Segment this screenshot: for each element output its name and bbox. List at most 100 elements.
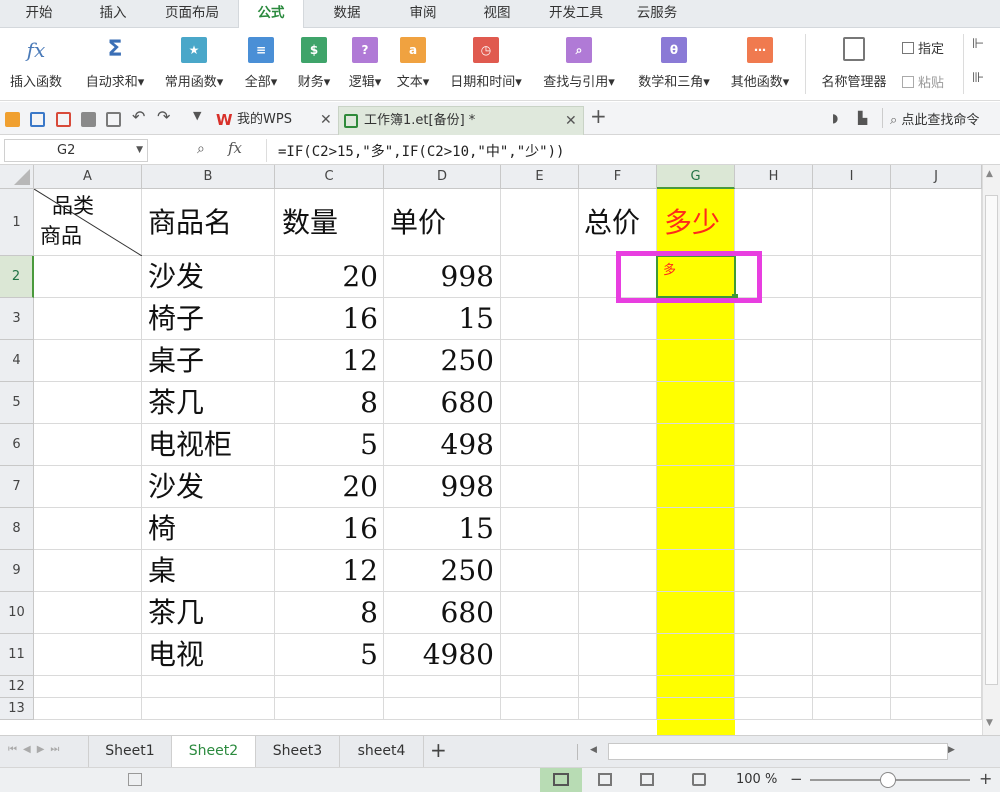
grid-cell[interactable]	[657, 340, 735, 382]
tab-cloud[interactable]: 云服务	[624, 0, 690, 28]
trace-icon[interactable]: ⊩	[972, 36, 984, 52]
grid-cell[interactable]	[813, 508, 891, 550]
doc-tab-workbook[interactable]: 工作簿1.et[备份] * ✕	[338, 106, 584, 135]
row-header-10[interactable]: 10	[0, 592, 34, 634]
grid-cell[interactable]	[34, 382, 142, 424]
tab-home[interactable]: 开始	[10, 0, 68, 28]
grid-cell[interactable]	[891, 298, 982, 340]
grid-cell[interactable]	[813, 466, 891, 508]
grid-cell[interactable]	[34, 424, 142, 466]
math-trig-button[interactable]: θ 数学和三角▾	[628, 28, 720, 101]
grid-cell[interactable]	[34, 466, 142, 508]
common-functions-button[interactable]: ★ 常用函数▾	[156, 28, 232, 101]
grid-cell[interactable]	[891, 508, 982, 550]
column-header-c[interactable]: C	[275, 165, 384, 189]
export-pdf-icon[interactable]	[56, 112, 71, 127]
grid-cell[interactable]	[501, 382, 579, 424]
grid-cell[interactable]	[891, 550, 982, 592]
sheet-tab-sheet1[interactable]: Sheet1	[88, 736, 172, 767]
name-manager-button[interactable]: 名称管理器	[812, 28, 896, 101]
grid-cell[interactable]	[34, 298, 142, 340]
command-search[interactable]: ⌕ 点此查找命令	[890, 109, 979, 128]
name-box[interactable]: G2 ▼	[4, 139, 148, 162]
row-header-12[interactable]: 12	[0, 676, 34, 698]
grid-cell[interactable]	[657, 466, 735, 508]
grid-cell[interactable]	[579, 340, 657, 382]
scroll-down-icon[interactable]: ▼	[986, 718, 993, 728]
other-functions-button[interactable]: ⋯ 其他函数▾	[722, 28, 798, 101]
assign-button[interactable]: 指定	[902, 38, 944, 57]
column-header-f[interactable]: F	[579, 165, 657, 189]
grid-cell[interactable]	[579, 698, 657, 720]
row-header-8[interactable]: 8	[0, 508, 34, 550]
grid-cell[interactable]	[813, 550, 891, 592]
horizontal-scrollbar[interactable]	[608, 743, 948, 760]
sheet-tab-sheet2[interactable]: Sheet2	[172, 736, 256, 767]
grid-cell[interactable]	[275, 698, 384, 720]
grid-cell[interactable]	[657, 550, 735, 592]
grid-cell[interactable]	[579, 466, 657, 508]
grid-cell[interactable]	[142, 698, 275, 720]
grid-cell[interactable]	[657, 676, 735, 698]
grid-cell[interactable]	[735, 298, 813, 340]
close-icon[interactable]: ✕	[320, 106, 332, 134]
grid-cell[interactable]	[657, 634, 735, 676]
column-header-b[interactable]: B	[142, 165, 275, 189]
minimize-ribbon-icon[interactable]: ▙	[858, 111, 867, 125]
sheet-tab-sheet3[interactable]: Sheet3	[256, 736, 340, 767]
grid-cell[interactable]	[34, 698, 142, 720]
tab-review[interactable]: 审阅	[392, 0, 454, 28]
grid-cell[interactable]	[34, 676, 142, 698]
grid-cell[interactable]	[579, 382, 657, 424]
grid-cell[interactable]	[579, 508, 657, 550]
undo-icon[interactable]: ↶	[132, 107, 145, 126]
grid-cell[interactable]	[735, 466, 813, 508]
row-header-13[interactable]: 13	[0, 698, 34, 720]
page-break-view-icon[interactable]	[598, 773, 612, 786]
grid-cell[interactable]	[657, 698, 735, 720]
paste-button[interactable]: 粘贴	[902, 72, 944, 91]
autosum-button[interactable]: Σ 自动求和▾	[76, 28, 154, 101]
column-header-g[interactable]: G	[657, 165, 735, 189]
grid-cell[interactable]	[735, 550, 813, 592]
grid-cell[interactable]	[813, 256, 891, 298]
grid-cell[interactable]	[735, 382, 813, 424]
macro-icon[interactable]	[128, 773, 142, 786]
grid-cell[interactable]	[142, 676, 275, 698]
grid-cell[interactable]	[579, 634, 657, 676]
spreadsheet-grid[interactable]: A B C D E F G H I J 1 2 3 4 5 6 7 8 9 10 11 12 13 品类商…	[0, 165, 1000, 735]
print-preview-icon[interactable]	[106, 112, 121, 127]
grid-cell[interactable]	[813, 340, 891, 382]
grid-cell[interactable]	[384, 698, 501, 720]
zoom-in-icon[interactable]: +	[979, 769, 992, 788]
tree-icon[interactable]: ⊪	[972, 70, 984, 86]
grid-cell[interactable]	[501, 634, 579, 676]
select-all-corner[interactable]	[0, 165, 34, 189]
grid-cell[interactable]	[501, 424, 579, 466]
grid-cell[interactable]	[813, 298, 891, 340]
scrollbar-thumb[interactable]	[985, 195, 998, 685]
zoom-lookup-icon[interactable]: ⌕	[197, 141, 205, 157]
grid-cell[interactable]	[657, 424, 735, 466]
grid-cell[interactable]	[34, 340, 142, 382]
row-header-2[interactable]: 2	[0, 256, 34, 298]
grid-cell[interactable]	[579, 592, 657, 634]
grid-cell[interactable]	[735, 698, 813, 720]
grid-cell[interactable]	[735, 424, 813, 466]
grid-cell[interactable]	[891, 592, 982, 634]
row-header-4[interactable]: 4	[0, 340, 34, 382]
grid-cell[interactable]	[813, 382, 891, 424]
grid-cell[interactable]	[735, 340, 813, 382]
grid-cell[interactable]	[34, 256, 142, 298]
grid-cell[interactable]	[891, 340, 982, 382]
fx-icon[interactable]: fx	[228, 139, 242, 157]
column-header-i[interactable]: I	[813, 165, 891, 189]
grid-cell[interactable]	[34, 634, 142, 676]
grid-cell[interactable]	[501, 508, 579, 550]
add-sheet-icon[interactable]: +	[430, 738, 447, 762]
zoom-out-icon[interactable]: −	[790, 770, 803, 788]
grid-cell[interactable]	[657, 508, 735, 550]
column-header-d[interactable]: D	[384, 165, 501, 189]
tab-developer[interactable]: 开发工具	[536, 0, 616, 28]
grid-cell[interactable]	[813, 592, 891, 634]
